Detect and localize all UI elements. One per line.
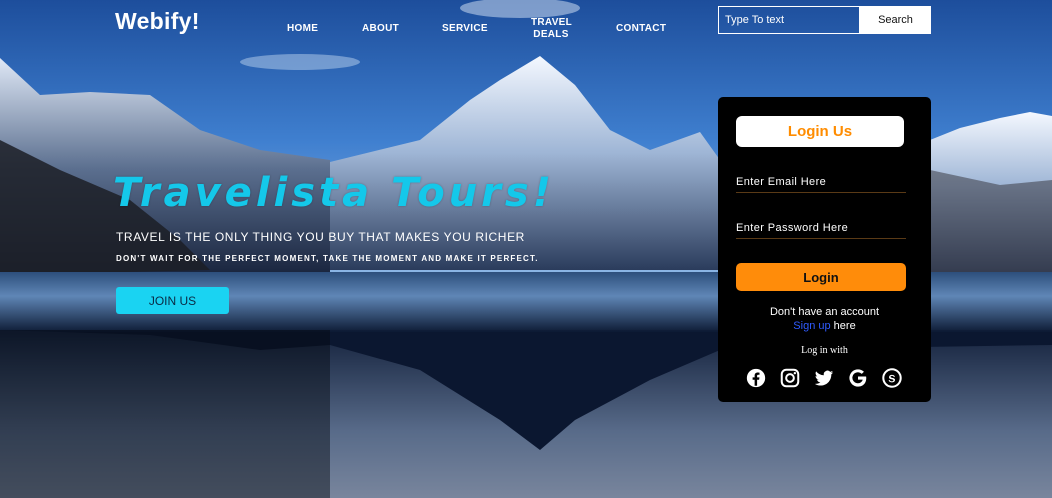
login-heading: Login Us [736,116,904,147]
google-icon[interactable] [847,367,869,389]
signup-line: Sign up here [718,320,931,332]
twitter-icon[interactable] [813,367,835,389]
social-login-row [745,367,905,389]
nav-contact[interactable]: CONTACT [616,23,666,35]
login-panel: Login Us Login Don't have an account Sig… [718,97,931,402]
nav-travel-deals-line1: TRAVEL [531,17,573,28]
nav-service[interactable]: SERVICE [442,23,488,35]
instagram-icon[interactable] [779,367,801,389]
facebook-icon[interactable] [745,367,767,389]
search-input[interactable] [718,6,860,34]
hero-subtitle: TRAVEL IS THE ONLY THING YOU BUY THAT MA… [116,230,525,244]
signup-suffix: here [830,320,856,332]
login-with-label: Log in with [801,345,848,356]
hero-tagline: DON'T WAIT FOR THE PERFECT MOMENT, TAKE … [116,254,539,263]
join-us-button[interactable]: JOIN US [116,287,229,314]
skype-icon[interactable] [881,367,903,389]
nav-about[interactable]: ABOUT [362,23,399,35]
email-field[interactable] [736,171,906,193]
search-button[interactable]: Search [860,6,931,34]
signup-link[interactable]: Sign up [793,320,830,332]
password-field[interactable] [736,217,906,239]
nav-travel-deals-line2: DEALS [533,29,569,40]
nav-travel-deals[interactable]: TRAVEL DEALS [531,17,573,41]
login-button[interactable]: Login [736,263,906,291]
hero-title: Travelista Tours! [113,170,555,216]
main-nav: HOME ABOUT SERVICE TRAVEL DEALS CONTACT [0,0,700,50]
nav-home[interactable]: HOME [287,23,318,35]
no-account-text: Don't have an account [769,306,880,318]
